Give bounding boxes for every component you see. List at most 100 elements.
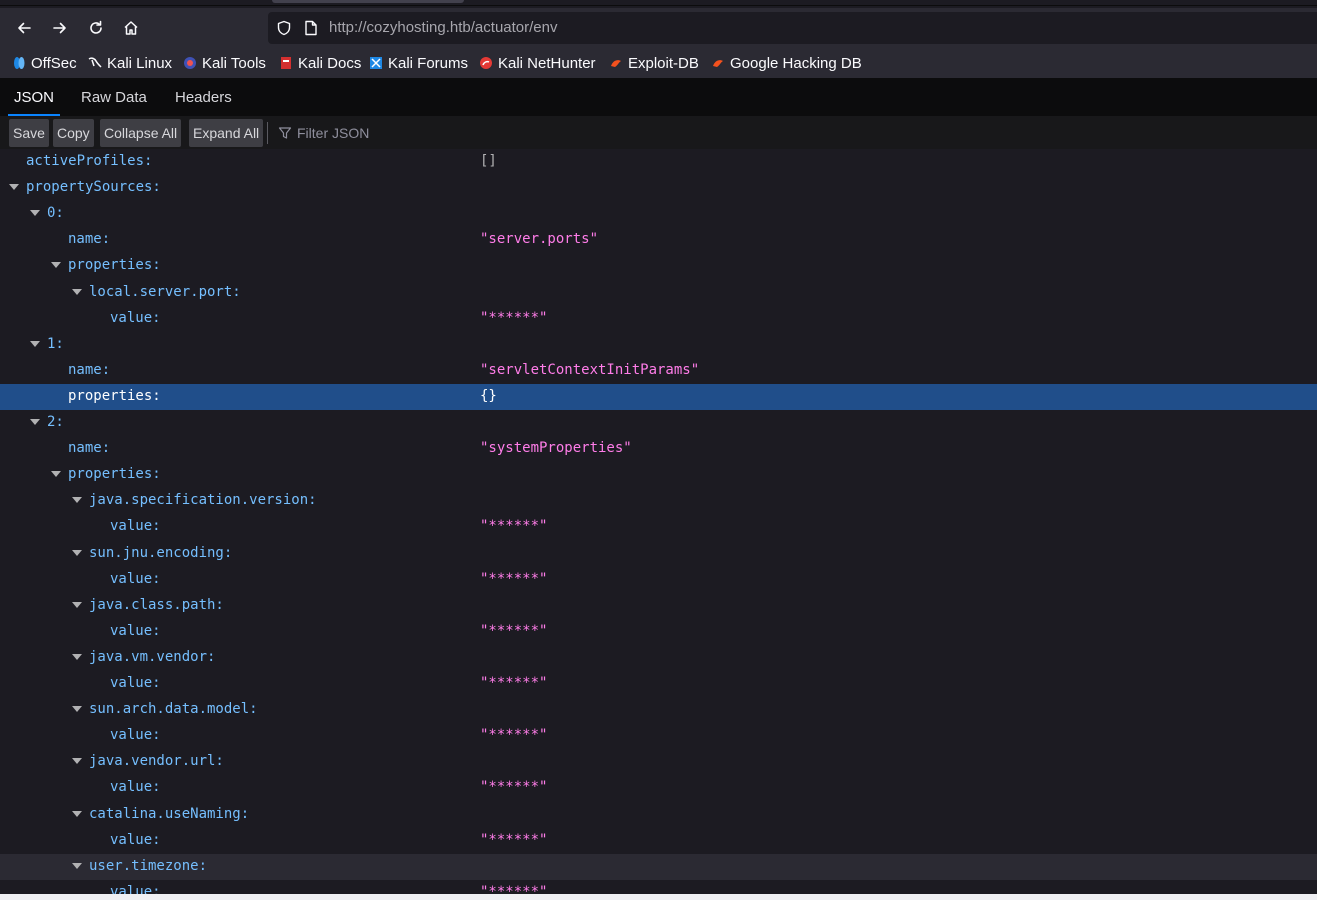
tracking-protection-shield-icon[interactable] [276,20,292,36]
bookmark-label: Kali Linux [107,54,173,72]
json-key: properties: [68,466,161,482]
json-value: "******" [480,779,548,795]
json-tree-row[interactable]: user.timezone: [0,854,1317,880]
bookmark-kali-forums[interactable]: Kali Forums [369,54,468,72]
expand-toggle-icon[interactable] [30,419,40,425]
json-tree-row[interactable]: 1: [0,332,1317,358]
forward-button[interactable] [46,14,74,42]
json-value: "******" [480,675,548,691]
bookmark-label: Kali NetHunter [498,54,596,72]
json-tree-row[interactable]: value: "******" [0,775,1317,801]
json-value: "******" [480,727,548,743]
tab-headers[interactable]: Headers [175,79,232,116]
json-tree-row[interactable]: java.vm.vendor: [0,645,1317,671]
expand-toggle-icon[interactable] [72,758,82,764]
json-tree-row[interactable]: properties: [0,253,1317,279]
json-tree-row[interactable]: 0: [0,201,1317,227]
json-tree-row[interactable]: sun.jnu.encoding: [0,541,1317,567]
tab-strip [0,0,1317,8]
arrow-right-icon [53,22,66,34]
bookmark-label: Kali Forums [388,54,469,72]
expand-toggle-icon[interactable] [72,811,82,817]
json-tree-row[interactable]: catalina.useNaming: [0,802,1317,828]
active-browser-tab[interactable] [272,0,464,3]
expand-toggle-icon[interactable] [72,654,82,660]
ghdb-icon [711,56,725,70]
json-tree-row[interactable]: value: "******" [0,619,1317,645]
bookmark-kali-docs[interactable]: Kali Docs [279,54,361,72]
json-tree-row[interactable]: name: "systemProperties" [0,436,1317,462]
expand-toggle-icon[interactable] [51,262,61,268]
json-tree-row[interactable]: value: "******" [0,723,1317,749]
home-icon [124,21,138,35]
json-key: value: [110,518,161,534]
json-tree-row[interactable]: properties: {} [0,384,1317,410]
expand-toggle-icon[interactable] [30,341,40,347]
save-button[interactable]: Save [9,119,49,147]
json-tree-row[interactable]: properties: [0,462,1317,488]
json-tree-row[interactable]: value: "******" [0,671,1317,697]
json-value: "******" [480,518,548,534]
expand-toggle-icon[interactable] [72,550,82,556]
bookmark-kali-linux[interactable]: Kali Linux [88,54,172,72]
json-tree-row[interactable]: activeProfiles: [] [0,149,1317,175]
json-tree-row[interactable]: sun.arch.data.model: [0,697,1317,723]
json-key: 0: [47,205,64,221]
json-value: "******" [480,623,548,639]
copy-button[interactable]: Copy [53,119,94,147]
json-value: "******" [480,571,548,587]
navigation-toolbar: http://cozyhosting.htb/actuator/env [0,8,1317,48]
expand-all-button[interactable]: Expand All [189,119,264,147]
kali-nethunter-icon [479,56,493,70]
json-tree-row[interactable]: 2: [0,410,1317,436]
url-text[interactable]: http://cozyhosting.htb/actuator/env [329,19,557,36]
json-tree-row[interactable]: value: "******" [0,514,1317,540]
json-tree-row[interactable]: local.server.port: [0,280,1317,306]
tab-json[interactable]: JSON [7,79,61,116]
json-tree-row[interactable]: java.vendor.url: [0,749,1317,775]
toolbar-divider [267,122,268,144]
json-tree-row[interactable]: value: "******" [0,567,1317,593]
reload-button[interactable] [82,14,110,42]
bookmark-label: Exploit-DB [628,54,699,72]
json-key: java.class.path: [89,597,224,613]
back-button[interactable] [10,14,38,42]
json-tree-row[interactable]: value: "******" [0,306,1317,332]
expand-toggle-icon[interactable] [51,471,61,477]
expand-toggle-icon[interactable] [9,184,19,190]
expand-toggle-icon[interactable] [72,497,82,503]
home-button[interactable] [117,14,145,42]
json-key: sun.jnu.encoding: [89,545,233,561]
json-tree-row[interactable]: java.specification.version: [0,488,1317,514]
bookmark-kali-tools[interactable]: Kali Tools [183,54,266,72]
json-key: value: [110,623,161,639]
json-tree-row[interactable]: name: "server.ports" [0,227,1317,253]
page-info-icon[interactable] [304,20,318,36]
json-tree-row[interactable]: name: "servletContextInitParams" [0,358,1317,384]
json-tree-row[interactable]: value: "******" [0,880,1317,894]
arrow-left-icon [18,22,31,34]
json-tree-row[interactable]: propertySources: [0,175,1317,201]
expand-toggle-icon[interactable] [72,706,82,712]
url-bar[interactable]: http://cozyhosting.htb/actuator/env [268,12,1317,44]
collapse-all-button[interactable]: Collapse All [100,119,182,147]
json-key: value: [110,779,161,795]
expand-toggle-icon[interactable] [30,210,40,216]
json-key: name: [68,231,111,247]
bookmark-label: OffSec [31,54,77,72]
expand-toggle-icon[interactable] [72,863,82,869]
bookmark-kali-nethunter[interactable]: Kali NetHunter [479,54,596,72]
bookmark-label: Google Hacking DB [730,54,862,72]
bookmark-exploit-db[interactable]: Exploit-DB [609,54,699,72]
tab-raw-data[interactable]: Raw Data [81,79,147,116]
json-value: "systemProperties" [480,440,632,456]
filter-json-input[interactable]: Filter JSON [278,123,369,143]
json-tree-row[interactable]: java.class.path: [0,593,1317,619]
horizontal-scrollbar[interactable] [0,894,1317,900]
bookmark-google-hacking-db[interactable]: Google Hacking DB [711,54,862,72]
expand-toggle-icon[interactable] [72,602,82,608]
bookmark-offsec[interactable]: OffSec [12,54,77,72]
expand-toggle-icon[interactable] [72,289,82,295]
json-tree-row[interactable]: value: "******" [0,828,1317,854]
kali-dragon-icon [88,56,102,70]
